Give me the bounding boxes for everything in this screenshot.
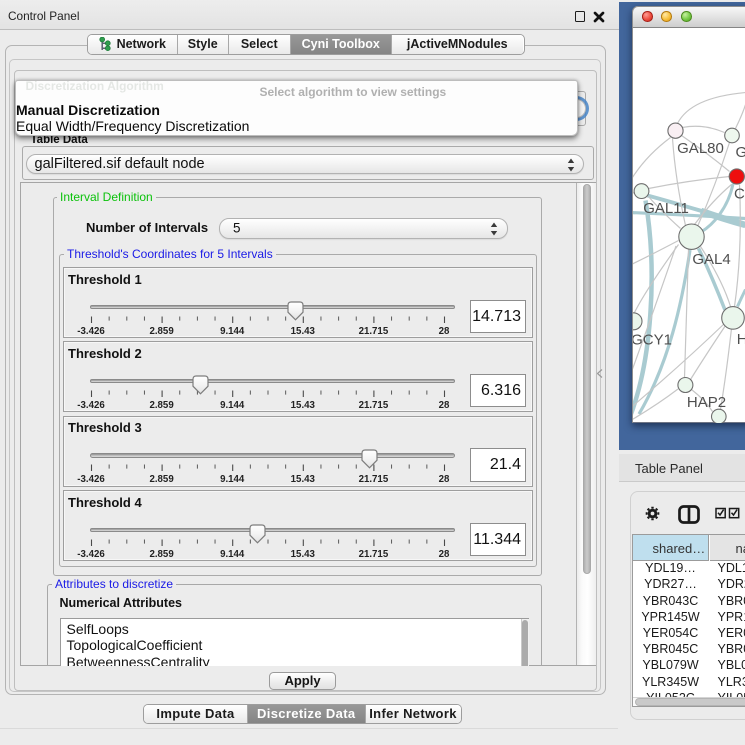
svg-text:GAL2: GAL2	[735, 144, 745, 161]
svg-text:CDC1: CDC1	[734, 185, 745, 202]
svg-text:HAP4: HAP4	[736, 330, 745, 347]
svg-text:HAP2: HAP2	[686, 394, 725, 411]
svg-text:GAL80: GAL80	[677, 140, 724, 157]
svg-text:GAL4: GAL4	[692, 250, 730, 267]
svg-text:GCY1: GCY1	[633, 331, 672, 348]
svg-text:GAL11: GAL11	[643, 199, 689, 216]
